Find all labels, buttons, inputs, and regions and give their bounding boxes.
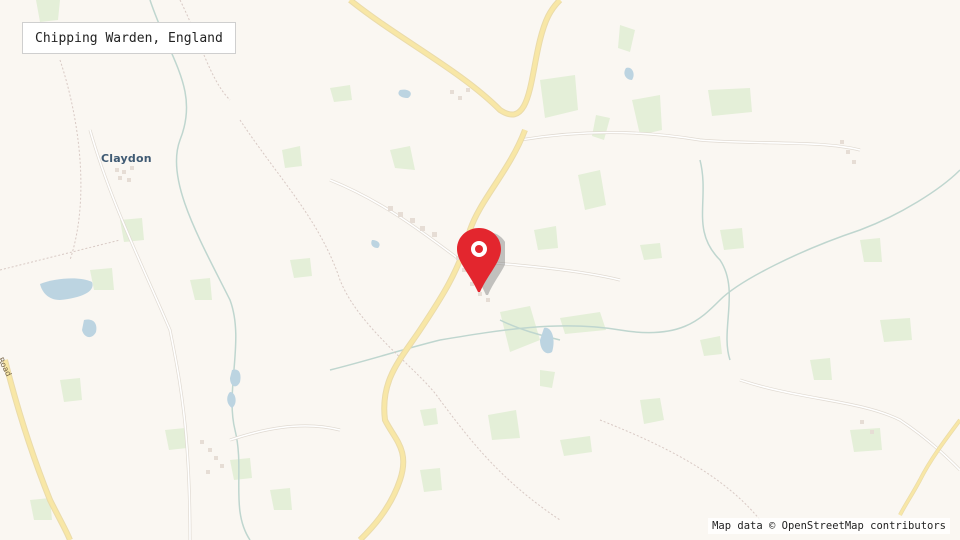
footpaths (0, 0, 761, 521)
location-title-text: Chipping Warden, England (35, 30, 223, 46)
map-attribution[interactable]: Map data © OpenStreetMap contributors (708, 518, 950, 534)
location-title: Chipping Warden, England (22, 22, 236, 54)
map-canvas[interactable]: Claydon Road (0, 0, 960, 540)
map-pin-icon[interactable] (457, 226, 508, 296)
place-label-claydon: Claydon (101, 152, 152, 165)
